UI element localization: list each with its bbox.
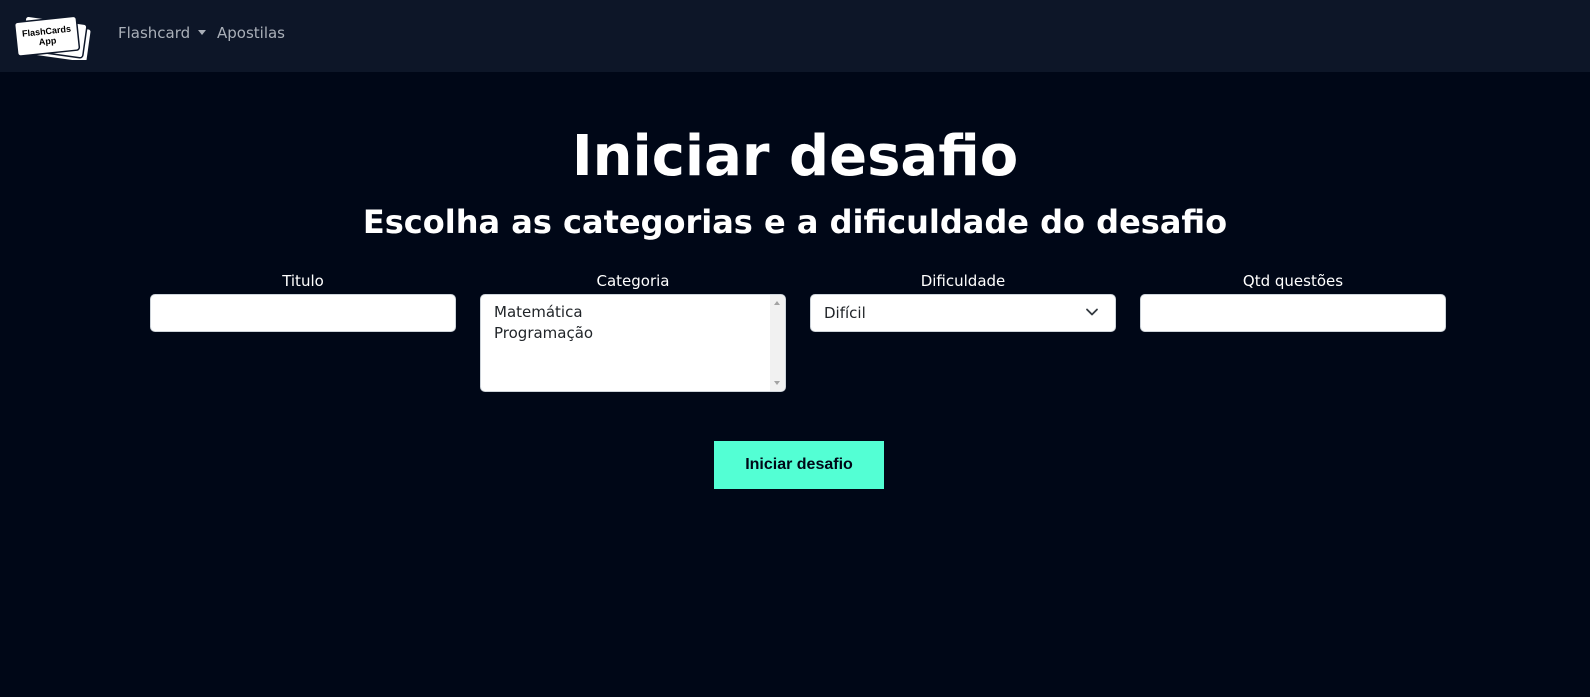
titulo-input[interactable] [150, 294, 456, 332]
qtd-questoes-input[interactable] [1140, 294, 1446, 332]
qtd-questoes-label: Qtd questões [1242, 272, 1344, 290]
logo-text-2: App [38, 35, 57, 47]
dificuldade-label: Dificuldade [920, 272, 1006, 290]
page-title: Iniciar desafio [571, 124, 1019, 189]
titulo-label: Titulo [282, 272, 324, 290]
listbox-scrollbar[interactable] [770, 295, 785, 391]
dificuldade-select[interactable]: Difícil [810, 294, 1116, 332]
chevron-down-icon [1086, 308, 1098, 316]
scroll-up-arrow-icon[interactable] [774, 301, 780, 305]
nav-flashcard-label: Flashcard [118, 24, 191, 42]
scroll-down-arrow-icon[interactable] [774, 381, 780, 385]
navbar: FlashCards App Flashcard Apostilas [0, 0, 1590, 72]
dificuldade-selected-value: Difícil [824, 304, 866, 322]
nav-flashcard-dropdown[interactable]: Flashcard [118, 24, 207, 42]
page-subtitle: Escolha as categorias e a dificuldade do… [362, 203, 1228, 241]
iniciar-desafio-button[interactable]: Iniciar desafio [714, 441, 884, 489]
categoria-label: Categoria [596, 272, 670, 290]
caret-down-icon [198, 30, 207, 35]
nav-apostilas-link[interactable]: Apostilas [217, 24, 285, 42]
categoria-listbox[interactable]: Matemática Programação [480, 294, 786, 392]
categoria-option[interactable]: Programação [494, 324, 593, 342]
flashcards-app-logo[interactable]: FlashCards App [14, 14, 96, 60]
categoria-option[interactable]: Matemática [494, 303, 583, 321]
